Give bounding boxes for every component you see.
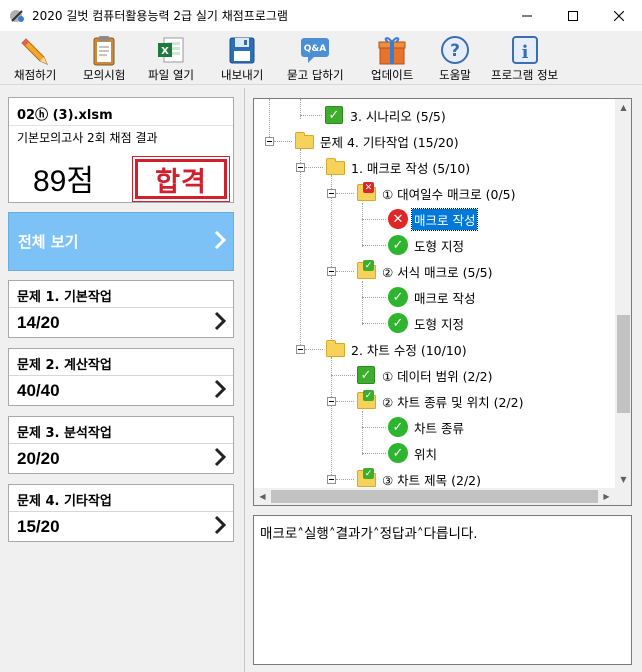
pencil-icon (18, 33, 52, 67)
error-icon: ✕ (388, 209, 408, 229)
tree-node[interactable]: ✓ 위치 (388, 442, 439, 464)
update-button[interactable]: 업데이트 (371, 33, 413, 83)
chevron-right-icon (213, 230, 227, 254)
window-title: 2020 길벗 컴퓨터활용능력 2급 실기 채점프로그램 (32, 9, 288, 23)
tree-node[interactable]: ✓ 3. 시나리오 (5/5) (324, 104, 448, 126)
scroll-right-icon[interactable]: ▶ (598, 488, 615, 505)
collapse-toggle[interactable] (327, 189, 336, 198)
info-icon: i (508, 33, 542, 67)
close-button[interactable] (596, 0, 642, 31)
view-all-button[interactable]: 전체 보기 (8, 212, 234, 271)
folder-check-icon: ✓ (356, 260, 376, 281)
floppy-disk-icon (225, 33, 259, 67)
result-tree[interactable]: ✓ 3. 시나리오 (5/5) 문제 4. 기타작업 (15/20) 1. 매크… (253, 98, 632, 506)
vertical-scroll-thumb[interactable] (617, 315, 630, 413)
pass-stamp: 합격 (132, 156, 230, 202)
horizontal-scroll-thumb[interactable] (271, 490, 598, 503)
tree-node[interactable]: ✓ 도형 지정 (388, 312, 466, 334)
export-button[interactable]: 내보내기 (221, 33, 263, 83)
qa-icon: Q&A (298, 33, 332, 67)
check-box-icon: ✓ (356, 365, 376, 385)
question-score: 14/20 (17, 313, 60, 332)
close-icon (614, 10, 624, 21)
success-icon: ✓ (388, 235, 408, 255)
app-icon (9, 8, 25, 24)
total-score: 89점 (33, 165, 94, 198)
chevron-right-icon (213, 515, 227, 539)
tree-node[interactable]: ✕ 매크로 작성 (388, 207, 479, 231)
success-icon: ✓ (388, 417, 408, 437)
minimize-button[interactable] (504, 0, 550, 31)
chevron-right-icon (213, 311, 227, 335)
qa-button[interactable]: Q&A 묻고 답하기 (287, 33, 344, 83)
folder-icon (325, 157, 345, 177)
collapse-toggle[interactable] (327, 397, 336, 406)
minimize-icon (522, 15, 532, 16)
collapse-toggle[interactable] (327, 267, 336, 276)
tree-node[interactable]: 2. 차트 수정 (10/10) (325, 338, 469, 360)
success-icon: ✓ (388, 287, 408, 307)
result-subtitle: 기본모의고사 2회 채점 결과 (17, 131, 158, 145)
result-message: 매크로˄실행˄결과가˄정답과˄다릅니다. (260, 526, 478, 542)
folder-error-icon: ✕ (356, 182, 376, 203)
scroll-up-icon[interactable]: ▲ (615, 99, 631, 116)
svg-text:Q&A: Q&A (304, 44, 326, 54)
mock-exam-button[interactable]: 모의시험 (83, 33, 125, 83)
collapse-toggle[interactable] (296, 163, 305, 172)
tree-node[interactable]: ✓ ② 차트 종류 및 위치 (2/2) (356, 390, 525, 412)
check-box-icon: ✓ (324, 105, 344, 125)
question-score: 15/20 (17, 517, 60, 536)
result-message-box[interactable]: 매크로˄실행˄결과가˄정답과˄다릅니다. (253, 515, 632, 665)
help-button[interactable]: ? 도움말 (438, 33, 472, 83)
chevron-right-icon (213, 379, 227, 403)
toolbar: 채점하기 모의시험 X 파일 열기 내보내기 Q&A 묻고 답하기 업데이트 ? (0, 31, 642, 85)
grade-button[interactable]: 채점하기 (14, 33, 56, 83)
panel-divider[interactable] (244, 88, 245, 672)
tree-node[interactable]: 문제 4. 기타작업 (15/20) (294, 130, 461, 152)
vertical-scrollbar[interactable]: ▲ ▼ (615, 99, 631, 488)
question-score: 20/20 (17, 449, 60, 468)
collapse-toggle[interactable] (296, 345, 305, 354)
result-summary-card: 02ⓗ (3).xlsm 기본모의고사 2회 채점 결과 89점 합격 (8, 97, 234, 203)
clipboard-icon (87, 33, 121, 67)
help-icon: ? (438, 33, 472, 67)
chevron-right-icon (213, 447, 227, 471)
left-panel: 02ⓗ (3).xlsm 기본모의고사 2회 채점 결과 89점 합격 전체 보… (0, 88, 244, 672)
maximize-icon (568, 10, 578, 21)
open-file-button[interactable]: X 파일 열기 (148, 33, 194, 83)
tree-node[interactable]: ✓ ① 데이터 범위 (2/2) (356, 364, 495, 386)
tree-node[interactable]: ✓ 도형 지정 (388, 234, 466, 256)
file-name: 02ⓗ (3).xlsm (17, 108, 113, 123)
gift-icon (375, 33, 409, 67)
tree-node[interactable]: ✓ 차트 종류 (388, 416, 466, 438)
folder-check-icon: ✓ (356, 390, 376, 411)
folder-icon (294, 131, 314, 151)
scroll-down-icon[interactable]: ▼ (615, 471, 631, 488)
collapse-toggle[interactable] (265, 137, 274, 146)
svg-text:X: X (161, 46, 169, 57)
tree-node[interactable]: 1. 매크로 작성 (5/10) (325, 156, 472, 178)
folder-check-icon: ✓ (356, 468, 376, 488)
question-score: 40/40 (17, 381, 60, 400)
question-card-3[interactable]: 문제 3. 분석작업 20/20 (8, 416, 234, 474)
svg-text:i: i (521, 42, 528, 63)
tree-node[interactable]: ✓ ② 서식 매크로 (5/5) (356, 260, 495, 282)
excel-file-icon: X (154, 33, 188, 67)
svg-text:?: ? (450, 41, 460, 61)
question-card-4[interactable]: 문제 4. 기타작업 15/20 (8, 484, 234, 542)
tree-node[interactable]: ✓ 매크로 작성 (388, 286, 477, 308)
tree-node[interactable]: ✕ ① 대여일수 매크로 (0/5) (356, 182, 518, 204)
question-card-1[interactable]: 문제 1. 기본작업 14/20 (8, 280, 234, 338)
title-bar: 2020 길벗 컴퓨터활용능력 2급 실기 채점프로그램 (0, 0, 642, 31)
maximize-button[interactable] (550, 0, 596, 31)
question-card-2[interactable]: 문제 2. 계산작업 40/40 (8, 348, 234, 406)
success-icon: ✓ (388, 443, 408, 463)
program-info-button[interactable]: i 프로그램 정보 (491, 33, 558, 83)
tree-node[interactable]: ✓ ③ 차트 제목 (2/2) (356, 468, 483, 488)
horizontal-scrollbar[interactable]: ◀ ▶ (254, 488, 615, 505)
scroll-left-icon[interactable]: ◀ (254, 488, 271, 505)
collapse-toggle[interactable] (327, 475, 336, 484)
success-icon: ✓ (388, 313, 408, 333)
folder-icon (325, 339, 345, 359)
